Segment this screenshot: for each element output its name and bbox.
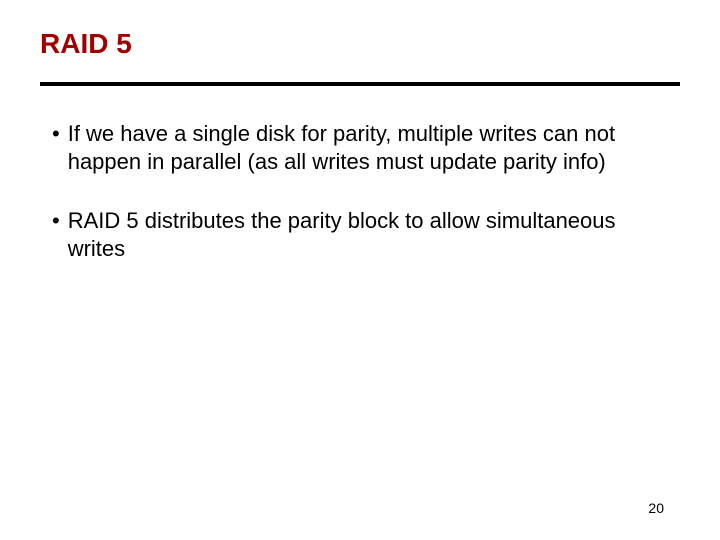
bullet-item: • If we have a single disk for parity, m… bbox=[52, 120, 668, 175]
bullet-dot-icon: • bbox=[52, 120, 60, 175]
slide: RAID 5 • If we have a single disk for pa… bbox=[0, 0, 720, 540]
bullet-item: • RAID 5 distributes the parity block to… bbox=[52, 207, 668, 262]
bullet-text: RAID 5 distributes the parity block to a… bbox=[68, 207, 668, 262]
bullet-dot-icon: • bbox=[52, 207, 60, 262]
title-divider bbox=[40, 82, 680, 86]
slide-title: RAID 5 bbox=[40, 28, 132, 60]
page-number: 20 bbox=[648, 500, 664, 516]
slide-body: • If we have a single disk for parity, m… bbox=[52, 120, 668, 294]
bullet-text: If we have a single disk for parity, mul… bbox=[68, 120, 668, 175]
